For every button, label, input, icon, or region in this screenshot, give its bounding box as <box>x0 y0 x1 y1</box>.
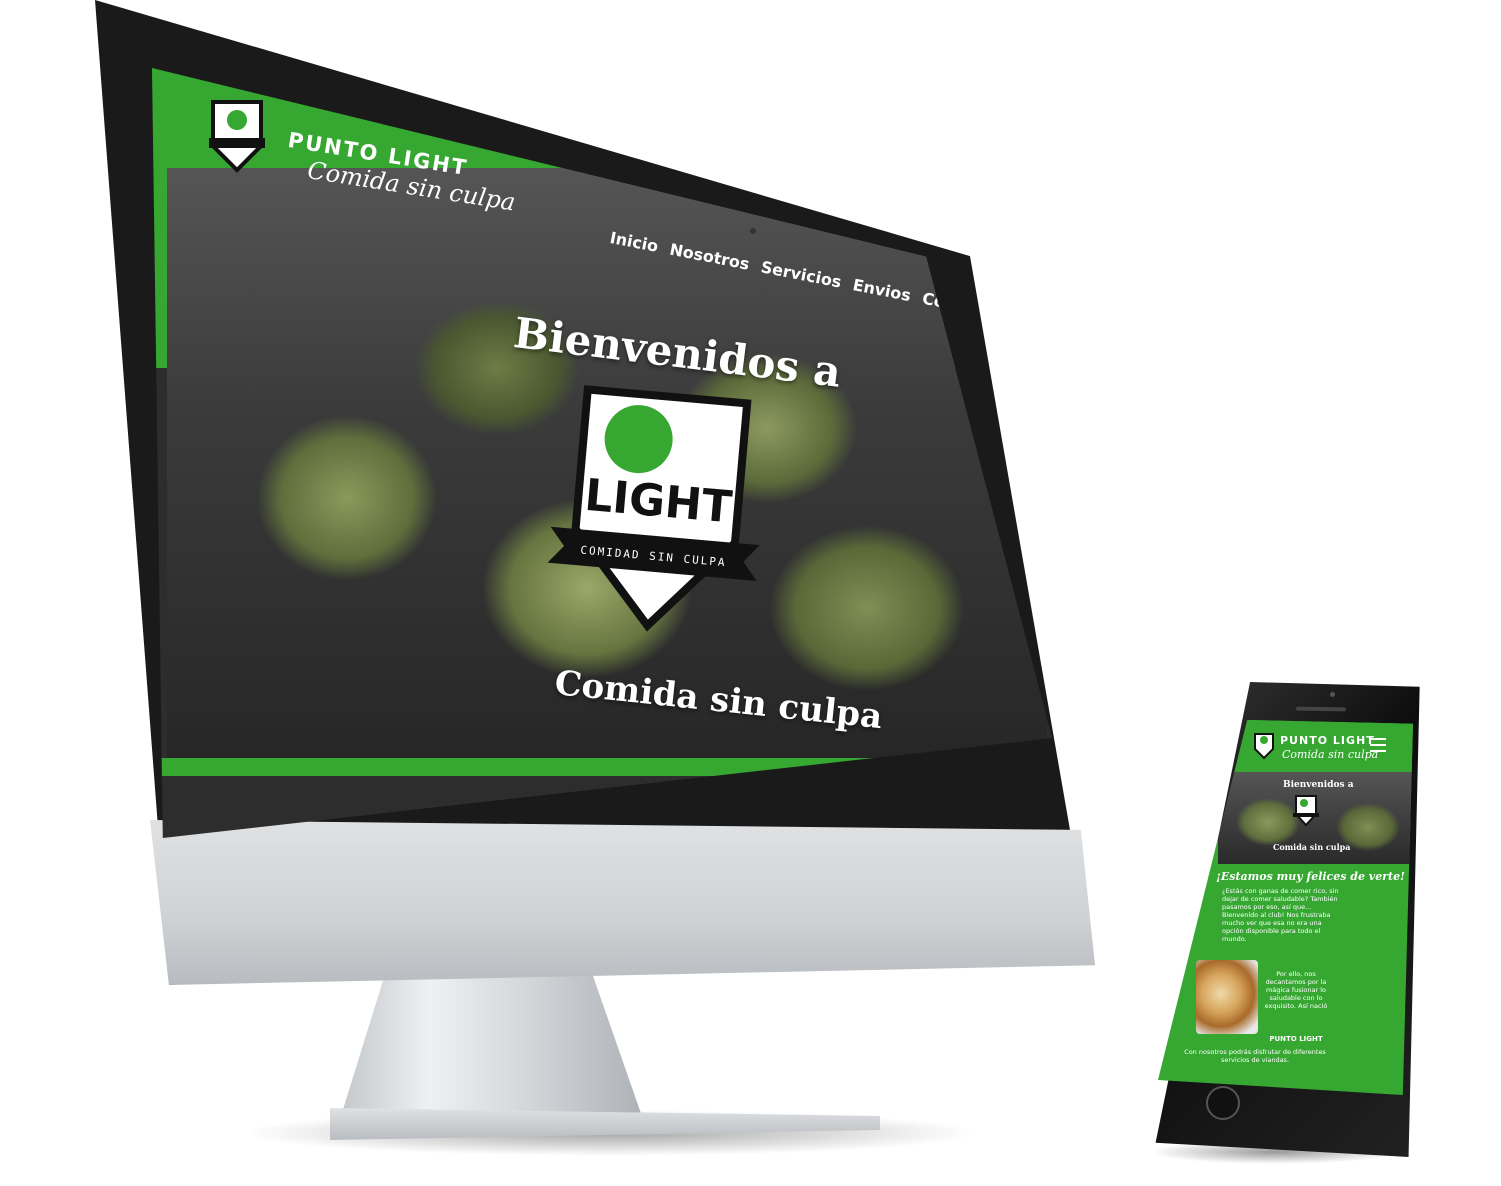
mobile-hero-subtitle: Comida sin culpa <box>1273 842 1351 852</box>
desktop-monitor: PUNTO LIGHT Comida sin culpa Inicio Noso… <box>0 0 1100 1186</box>
mobile-hero-title: Bienvenidos a <box>1283 780 1354 790</box>
mobile-shield-logo-icon[interactable] <box>1253 732 1275 760</box>
mobile-brand-strong: PUNTO LIGHT <box>1269 1035 1323 1043</box>
monitor-stand-neck <box>336 960 647 1130</box>
monitor-chin <box>150 820 1095 985</box>
mobile-screen: PUNTO LIGHT Comida sin culpa Bienvenidos… <box>1158 720 1413 1095</box>
mobile-paragraph-2: Por ello, nos decantamos por la mágica f… <box>1264 970 1328 1010</box>
mobile-brand-tagline: Comida sin culpa <box>1282 748 1379 761</box>
mobile-brand-name[interactable]: PUNTO LIGHT <box>1280 734 1375 747</box>
mobile-hero-logo <box>1293 795 1319 827</box>
phone-camera-icon <box>1330 692 1335 697</box>
phone-speaker <box>1295 706 1347 712</box>
shield-logo-icon[interactable] <box>207 98 267 174</box>
hamburger-menu-icon[interactable] <box>1370 738 1386 752</box>
camera-icon <box>750 228 756 234</box>
desktop-screen: PUNTO LIGHT Comida sin culpa Inicio Noso… <box>152 68 1052 838</box>
mobile-paragraph-1: ¿Estás con ganas de comer rico, sin deja… <box>1222 887 1339 943</box>
mobile-heading: ¡Estamos muy felices de verte! <box>1216 870 1405 883</box>
mobile-paragraph-3: Con nosotros podrás disfrutar de diferen… <box>1184 1048 1326 1064</box>
mobile-intro-section: ¡Estamos muy felices de verte! ¿Estás co… <box>1188 870 1408 943</box>
food-image <box>1196 960 1258 1034</box>
phone-home-button[interactable] <box>1206 1086 1240 1120</box>
hero-logo: LIGHT COMIDAD SIN CULPA <box>547 385 760 632</box>
